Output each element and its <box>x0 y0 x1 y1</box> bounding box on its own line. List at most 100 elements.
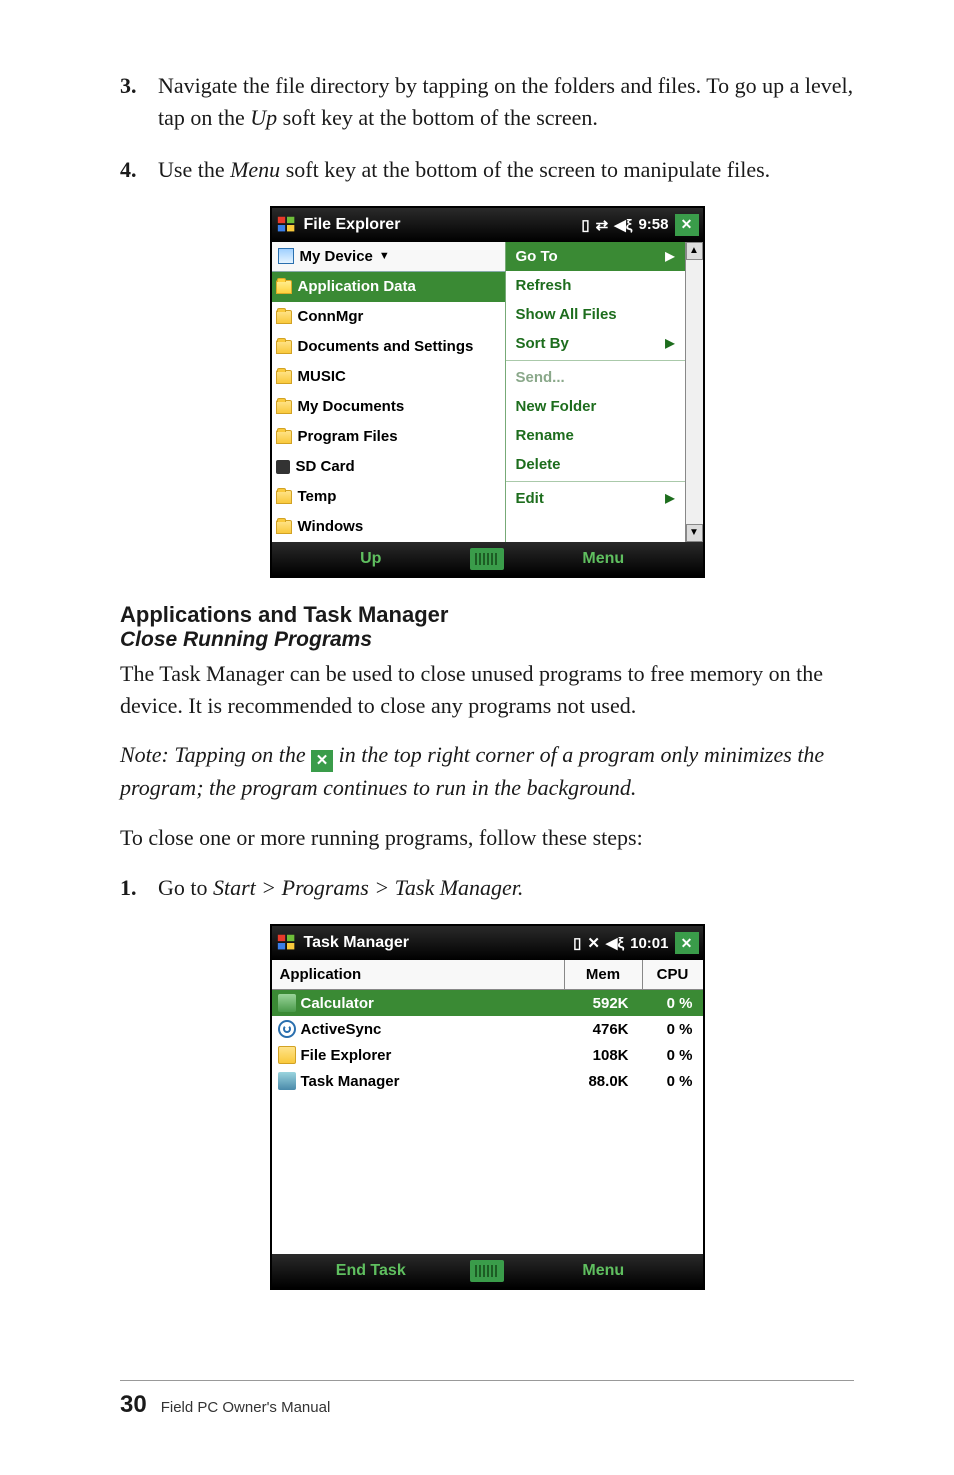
column-header-row: Application Mem CPU <box>272 960 703 990</box>
windows-start-icon[interactable] <box>276 214 298 236</box>
text-fragment: Use the <box>158 157 230 182</box>
menu-delete[interactable]: Delete <box>506 450 685 479</box>
scrollbar[interactable]: ▲ ▼ <box>685 242 703 542</box>
pda-icon: ▯ <box>573 934 581 952</box>
volume-icon: ◀ξ <box>606 934 624 952</box>
folder-list-panel: My Device ▼ Application Data ConnMgr Doc… <box>272 242 505 542</box>
step-number: 3. <box>120 70 158 134</box>
chevron-right-icon: ▶ <box>665 249 674 263</box>
intro-paragraph: To close one or more running programs, f… <box>120 822 854 854</box>
app-mem: 88.0K <box>565 1073 643 1090</box>
app-mem: 592K <box>565 995 643 1012</box>
folder-icon <box>278 1046 296 1064</box>
scroll-down-icon[interactable]: ▼ <box>686 524 703 542</box>
instruction-4: 4. Use the Menu soft key at the bottom o… <box>120 154 854 186</box>
task-manager-window: Task Manager ▯ ✕ ◀ξ 10:01 ✕ Application … <box>270 924 705 1290</box>
folder-icon <box>276 310 292 324</box>
activesync-icon <box>278 1020 296 1038</box>
folder-label: ConnMgr <box>298 308 364 325</box>
menu-edit[interactable]: Edit ▶ <box>506 484 685 513</box>
app-name: Task Manager <box>301 1073 400 1090</box>
folder-temp[interactable]: Temp <box>272 482 505 512</box>
sdcard-icon <box>276 460 290 474</box>
app-cpu: 0 % <box>643 1073 703 1090</box>
keyboard-icon[interactable] <box>470 548 504 570</box>
titlebar: Task Manager ▯ ✕ ◀ξ 10:01 ✕ <box>272 926 703 960</box>
menu-label: Send... <box>516 369 565 386</box>
folder-icon <box>276 340 292 354</box>
menu-label: Delete <box>516 456 561 473</box>
folder-sd-card[interactable]: SD Card <box>272 452 505 482</box>
empty-area <box>272 1094 703 1254</box>
window-title: Task Manager <box>304 934 410 952</box>
folder-icon <box>276 370 292 384</box>
softkey-bar: End Task Menu <box>272 1254 703 1288</box>
app-name: Calculator <box>301 995 374 1012</box>
folder-application-data[interactable]: Application Data <box>272 272 505 302</box>
menu-label: New Folder <box>516 398 597 415</box>
app-mem: 108K <box>565 1047 643 1064</box>
note-paragraph: Note: Tapping on the ✕ in the top right … <box>120 739 854 804</box>
app-cpu: 0 % <box>643 995 703 1012</box>
menu-separator <box>506 481 685 482</box>
menu-sort-by[interactable]: Sort By ▶ <box>506 329 685 358</box>
folder-windows[interactable]: Windows <box>272 512 505 542</box>
menu-show-all[interactable]: Show All Files <box>506 300 685 329</box>
close-icon[interactable]: ✕ <box>675 214 699 236</box>
softkey-up[interactable]: Up <box>272 550 471 568</box>
folder-icon <box>276 430 292 444</box>
keyboard-icon[interactable] <box>470 1260 504 1282</box>
folder-label: Windows <box>298 518 364 535</box>
italic-term: Start > Programs > Task Manager. <box>213 875 523 900</box>
folder-documents-settings[interactable]: Documents and Settings <box>272 332 505 362</box>
col-mem[interactable]: Mem <box>565 960 643 989</box>
menu-label: Go To <box>516 248 558 265</box>
text-fragment: soft key at the bottom of the screen. <box>277 105 598 130</box>
no-connection-icon: ✕ <box>587 934 600 952</box>
text-fragment: Go to <box>158 875 213 900</box>
file-explorer-window: File Explorer ▯ ⇄ ◀ξ 9:58 ✕ My Device ▼ … <box>270 206 705 578</box>
softkey-end-task[interactable]: End Task <box>272 1262 471 1280</box>
task-row-task-manager[interactable]: Task Manager 88.0K 0 % <box>272 1068 703 1094</box>
softkey-bar: Up Menu <box>272 542 703 576</box>
step-text: Use the Menu soft key at the bottom of t… <box>158 154 854 186</box>
section-subheading: Close Running Programs <box>120 628 854 652</box>
menu-new-folder[interactable]: New Folder <box>506 392 685 421</box>
app-cpu: 0 % <box>643 1047 703 1064</box>
step-number: 1. <box>120 872 158 904</box>
task-row-calculator[interactable]: Calculator 592K 0 % <box>272 990 703 1016</box>
note-fragment: Note: Tapping on the <box>120 742 311 767</box>
task-row-activesync[interactable]: ActiveSync 476K 0 % <box>272 1016 703 1042</box>
system-tray: ▯ ✕ ◀ξ 10:01 <box>573 934 668 952</box>
section-heading: Applications and Task Manager <box>120 602 854 628</box>
instruction-list: 3. Navigate the file directory by tappin… <box>120 70 854 186</box>
menu-label: Edit <box>516 490 544 507</box>
menu-refresh[interactable]: Refresh <box>506 271 685 300</box>
task-row-file-explorer[interactable]: File Explorer 108K 0 % <box>272 1042 703 1068</box>
scroll-up-icon[interactable]: ▲ <box>686 242 703 260</box>
menu-goto[interactable]: Go To ▶ <box>506 242 685 271</box>
volume-icon: ◀ξ <box>614 216 632 234</box>
menu-send: Send... <box>506 363 685 392</box>
folder-program-files[interactable]: Program Files <box>272 422 505 452</box>
folder-icon <box>276 400 292 414</box>
col-application[interactable]: Application <box>272 960 565 989</box>
close-icon: ✕ <box>311 750 333 772</box>
col-cpu[interactable]: CPU <box>643 960 703 989</box>
menu-rename[interactable]: Rename <box>506 421 685 450</box>
menu-label: Show All Files <box>516 306 617 323</box>
menu-separator <box>506 360 685 361</box>
connection-icon: ⇄ <box>596 216 609 234</box>
close-icon[interactable]: ✕ <box>675 932 699 954</box>
page-footer: 30 Field PC Owner's Manual <box>120 1380 854 1419</box>
italic-term: Up <box>250 105 277 130</box>
softkey-menu[interactable]: Menu <box>504 550 703 568</box>
folder-connmgr[interactable]: ConnMgr <box>272 302 505 332</box>
folder-my-documents[interactable]: My Documents <box>272 392 505 422</box>
windows-start-icon[interactable] <box>276 932 298 954</box>
app-name: ActiveSync <box>301 1021 382 1038</box>
softkey-menu[interactable]: Menu <box>504 1262 703 1280</box>
instruction-3: 3. Navigate the file directory by tappin… <box>120 70 854 134</box>
folder-music[interactable]: MUSIC <box>272 362 505 392</box>
device-dropdown[interactable]: My Device ▼ <box>272 242 505 272</box>
